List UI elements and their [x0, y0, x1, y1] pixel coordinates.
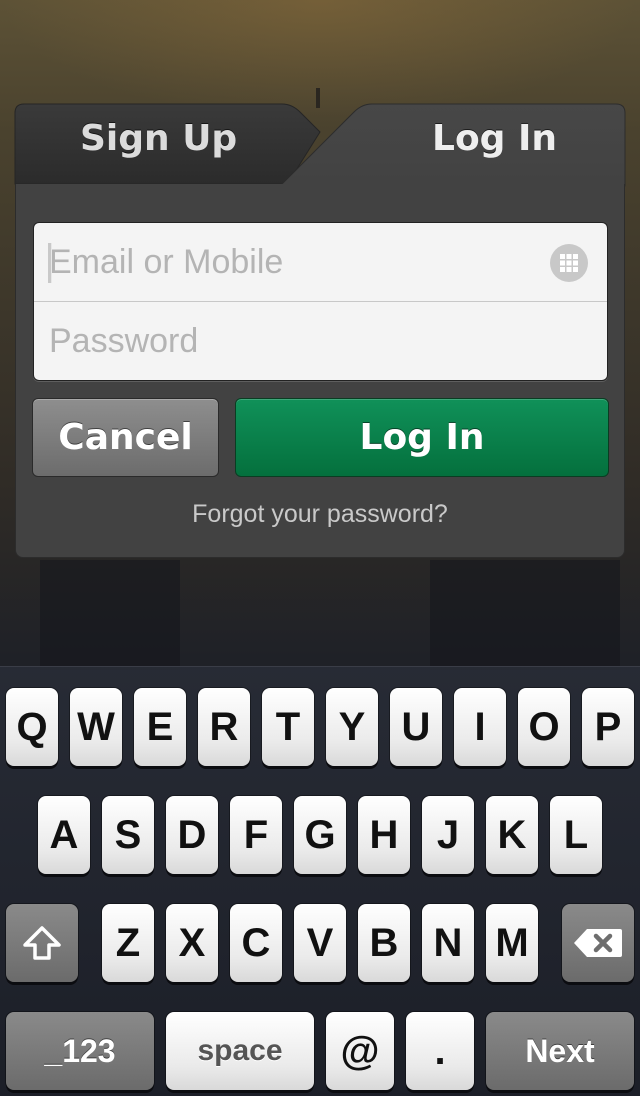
key-c[interactable]: C: [230, 904, 282, 982]
key-f[interactable]: F: [230, 796, 282, 874]
email-input[interactable]: [34, 223, 607, 301]
background-building: [430, 560, 620, 670]
grid-icon: [560, 254, 578, 272]
key-d[interactable]: D: [166, 796, 218, 874]
forgot-password-link[interactable]: Forgot your password?: [15, 500, 625, 529]
key-g[interactable]: G: [294, 796, 346, 874]
backspace-icon: [574, 929, 622, 957]
key-b[interactable]: B: [358, 904, 410, 982]
cancel-button[interactable]: Cancel: [32, 398, 219, 477]
tab-log-in[interactable]: Log In: [432, 118, 557, 159]
key-u[interactable]: U: [390, 688, 442, 766]
password-input[interactable]: [34, 302, 607, 381]
delete-key[interactable]: [562, 904, 634, 982]
next-key[interactable]: Next: [486, 1012, 634, 1090]
key-t[interactable]: T: [262, 688, 314, 766]
key-h[interactable]: H: [358, 796, 410, 874]
shift-key[interactable]: [6, 904, 78, 982]
key-w[interactable]: W: [70, 688, 122, 766]
tab-sign-up[interactable]: Sign Up: [80, 118, 237, 159]
key-r[interactable]: R: [198, 688, 250, 766]
background-building: [40, 560, 180, 670]
key-v[interactable]: V: [294, 904, 346, 982]
key-i[interactable]: I: [454, 688, 506, 766]
log-in-button[interactable]: Log In: [235, 398, 609, 477]
email-field-row: [34, 223, 607, 302]
key-p[interactable]: P: [582, 688, 634, 766]
key-m[interactable]: M: [486, 904, 538, 982]
key-z[interactable]: Z: [102, 904, 154, 982]
key-y[interactable]: Y: [326, 688, 378, 766]
numbers-key[interactable]: _123: [6, 1012, 154, 1090]
panel-tabs: [14, 103, 626, 187]
credentials-fields: [33, 222, 608, 381]
key-q[interactable]: Q: [6, 688, 58, 766]
space-key[interactable]: space: [166, 1012, 314, 1090]
key-x[interactable]: X: [166, 904, 218, 982]
key-l[interactable]: L: [550, 796, 602, 874]
key-e[interactable]: E: [134, 688, 186, 766]
key-k[interactable]: K: [486, 796, 538, 874]
password-field-row: [34, 302, 607, 381]
key-n[interactable]: N: [422, 904, 474, 982]
key-s[interactable]: S: [102, 796, 154, 874]
at-key[interactable]: @: [326, 1012, 394, 1090]
key-o[interactable]: O: [518, 688, 570, 766]
key-j[interactable]: J: [422, 796, 474, 874]
text-cursor: [48, 243, 52, 283]
country-grid-icon[interactable]: [550, 244, 588, 282]
dot-key[interactable]: .: [406, 1012, 474, 1090]
shift-arrow-icon: [23, 926, 61, 960]
key-a[interactable]: A: [38, 796, 90, 874]
